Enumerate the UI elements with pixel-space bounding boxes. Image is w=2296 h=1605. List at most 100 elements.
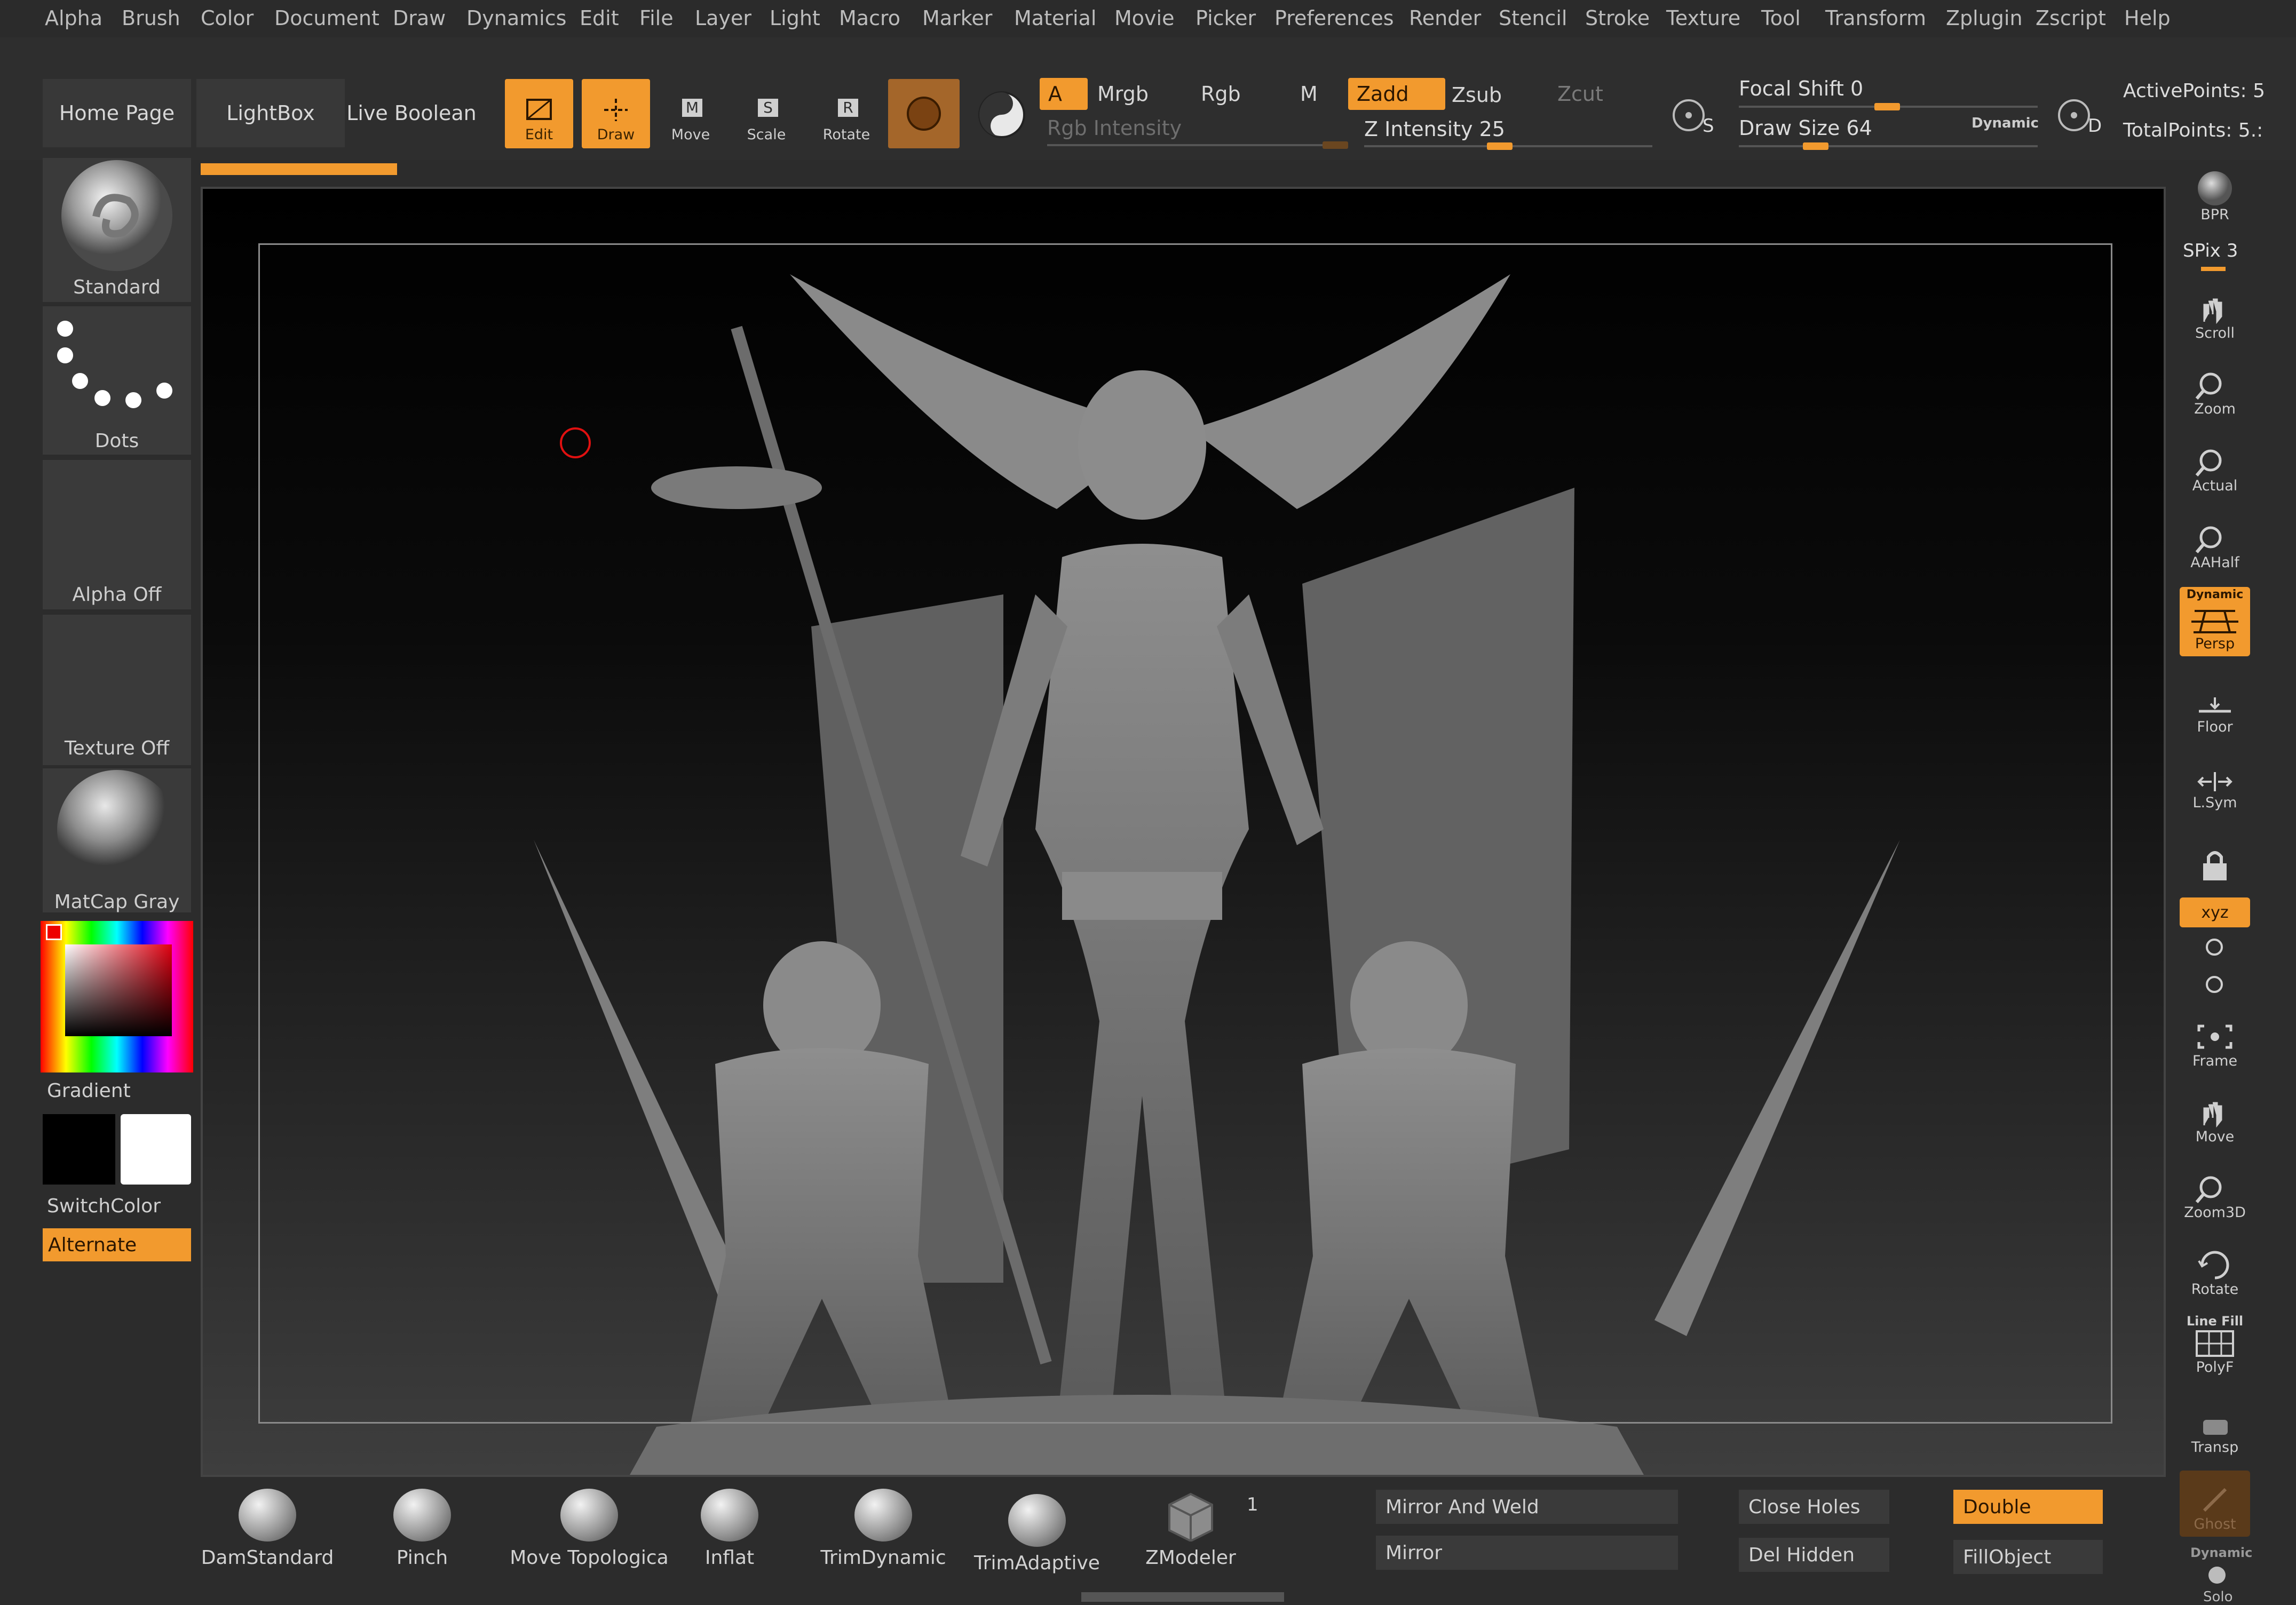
mirror-button[interactable]: Mirror [1376,1536,1678,1570]
menu-movie[interactable]: Movie [1114,6,1174,30]
rotate-view-button[interactable]: Rotate [2180,1239,2250,1302]
a-mode-button[interactable]: A [1040,78,1088,110]
menu-document[interactable]: Document [274,6,379,30]
menu-brush[interactable]: Brush [122,6,180,30]
bottom-shelf-handle[interactable] [1081,1592,1284,1602]
menu-draw[interactable]: Draw [393,6,446,30]
ghost-button[interactable]: Ghost [2180,1471,2250,1537]
spix-slider[interactable]: SPix 3 [2183,240,2238,261]
color-picker[interactable] [41,921,193,1072]
polyf-button[interactable]: Line Fill PolyF [2180,1313,2250,1380]
color-picker-square[interactable] [65,944,172,1036]
lsym-button[interactable]: L.Sym [2180,752,2250,815]
s-target-button[interactable]: S [1667,92,1719,140]
scale-button[interactable]: S Scale [732,79,801,148]
menu-light[interactable]: Light [770,6,820,30]
menu-color[interactable]: Color [201,6,254,30]
menu-texture[interactable]: Texture [1666,6,1740,30]
home-page-tab[interactable]: Home Page [43,79,191,147]
zoom3d-button[interactable]: Zoom3D [2180,1162,2250,1225]
zoom-button[interactable]: Zoom [2180,359,2250,422]
rgb-intensity-knob[interactable] [1323,141,1348,149]
draw-size-slider[interactable]: Draw Size 64 [1739,116,1872,140]
solo-button[interactable] [2201,1564,2233,1586]
frame-button[interactable]: Frame [2180,1011,2250,1074]
menu-transform[interactable]: Transform [1825,6,1926,30]
brush-trimdynamic[interactable]: TrimDynamic [817,1489,950,1569]
live-boolean-tab[interactable]: Live Boolean [345,79,478,147]
brush-move-topological[interactable]: Move Topologica [509,1489,669,1569]
draw-size-track[interactable] [1739,145,2038,147]
z-intensity-knob[interactable] [1487,142,1513,150]
d-target-button[interactable]: D [2053,92,2104,140]
transp-button[interactable]: Transp [2180,1397,2250,1460]
aahalf-button[interactable]: AAHalf [2180,512,2250,575]
edit-button[interactable]: Edit [505,79,573,148]
focal-shift-slider[interactable]: Focal Shift 0 [1739,77,1863,100]
move-button[interactable]: M Move [656,79,725,148]
brush-inflat[interactable]: Inflat [663,1489,796,1569]
lightbox-tab[interactable]: LightBox [196,79,345,147]
focal-shift-knob[interactable] [1874,103,1900,110]
menu-dynamics[interactable]: Dynamics [466,6,566,30]
move-view-button[interactable]: Move [2180,1086,2250,1149]
dynamic-toggle[interactable]: Dynamic [1972,115,2039,131]
menu-macro[interactable]: Macro [839,6,900,30]
mrgb-button[interactable]: Mrgb [1089,78,1157,110]
menu-help[interactable]: Help [2124,6,2171,30]
switch-color-button[interactable]: SwitchColor [47,1195,161,1217]
menu-tool[interactable]: Tool [1761,6,1801,30]
rotate-button[interactable]: R Rotate [812,79,881,148]
secondary-color-swatch[interactable] [121,1114,191,1185]
menu-edit[interactable]: Edit [580,6,619,30]
material-swatch-button[interactable] [888,79,960,148]
menu-alpha[interactable]: Alpha [45,6,102,30]
actual-button[interactable]: Actual [2180,435,2250,498]
mirror-and-weld-button[interactable]: Mirror And Weld [1376,1490,1678,1524]
rgb-intensity-slider[interactable]: Rgb Intensity [1047,116,1182,140]
menu-material[interactable]: Material [1014,6,1096,30]
spix-knob[interactable] [2201,267,2226,271]
del-hidden-button[interactable]: Del Hidden [1739,1538,1889,1572]
brush-zmodeler[interactable]: ZModeler [1124,1489,1257,1569]
rotate-y-button[interactable] [2201,934,2228,960]
rgb-intensity-track[interactable] [1047,144,1346,146]
menu-render[interactable]: Render [1409,6,1481,30]
menu-layer[interactable]: Layer [695,6,751,30]
menu-zscript[interactable]: Zscript [2036,6,2106,30]
lock-button[interactable] [2180,825,2250,888]
color-sphere-button[interactable] [972,85,1031,144]
brush-damstandard[interactable]: DamStandard [201,1489,334,1569]
rgb-button[interactable]: Rgb [1192,78,1249,110]
menu-stencil[interactable]: Stencil [1499,6,1567,30]
fill-object-button[interactable]: FillObject [1953,1540,2103,1574]
menu-zplugin[interactable]: Zplugin [1946,6,2023,30]
persp-button[interactable]: Dynamic Persp [2180,587,2250,656]
menu-preferences[interactable]: Preferences [1274,6,1394,30]
draw-button[interactable]: Draw [582,79,650,148]
brush-trimadaptive[interactable]: TrimAdaptive [970,1494,1104,1574]
menu-file[interactable]: File [639,6,674,30]
menu-marker[interactable]: Marker [922,6,992,30]
bpr-button[interactable]: BPR [2180,164,2250,227]
zcut-button[interactable]: Zcut [1549,78,1612,110]
draw-size-knob[interactable] [1803,142,1828,150]
brush-pinch[interactable]: Pinch [355,1489,489,1569]
menu-stroke[interactable]: Stroke [1585,6,1650,30]
floor-button[interactable]: Floor [2180,677,2250,740]
svg-text:S: S [763,99,773,116]
scroll-button[interactable]: Scroll [2180,283,2250,346]
zsub-button[interactable]: Zsub [1443,79,1510,111]
primary-color-swatch[interactable] [43,1114,115,1185]
alternate-button[interactable]: Alternate [43,1228,191,1261]
zadd-button[interactable]: Zadd [1348,78,1445,110]
solo-dynamic-label: Dynamic [2190,1545,2253,1560]
rotate-z-button[interactable] [2201,971,2228,998]
close-holes-button[interactable]: Close Holes [1739,1490,1889,1524]
z-intensity-slider[interactable]: Z Intensity 25 [1364,117,1505,141]
xyz-button[interactable]: xyz [2180,897,2250,927]
inflat-brush-icon [701,1489,758,1542]
menu-picker[interactable]: Picker [1195,6,1256,30]
m-button[interactable]: M [1292,78,1326,110]
double-button[interactable]: Double [1953,1490,2103,1524]
